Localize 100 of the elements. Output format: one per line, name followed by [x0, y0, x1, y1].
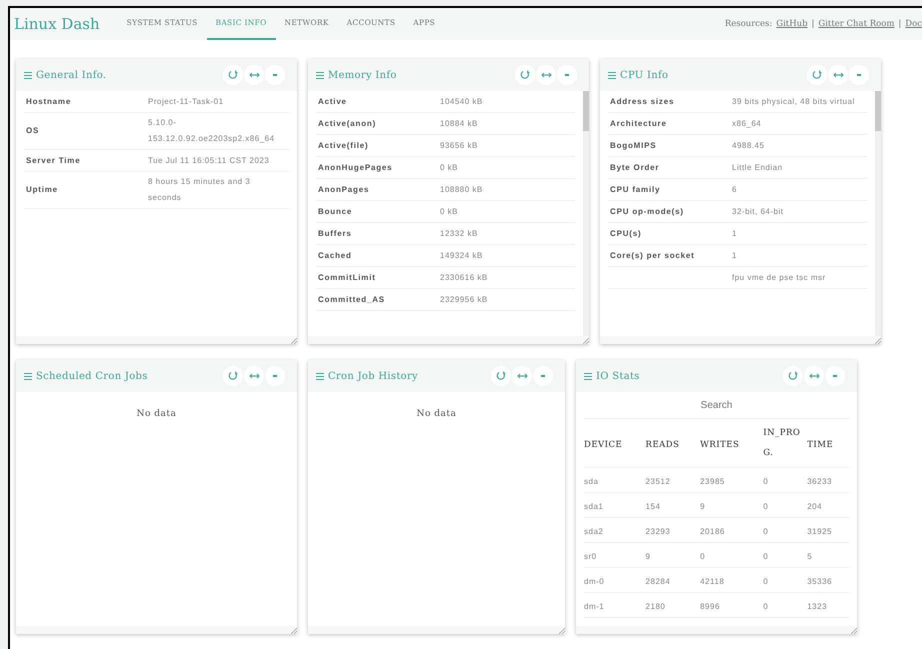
scrollbar[interactable]: [583, 91, 589, 336]
scrollbar[interactable]: [875, 91, 881, 336]
row-value: 32-bit, 64-bit: [732, 206, 784, 216]
expand-button[interactable]: [244, 65, 264, 85]
table-cell: sda: [584, 477, 598, 486]
card-title: General Info.: [36, 68, 106, 82]
row-value: Project-11-Task-01: [148, 96, 224, 106]
row-label: CommitLimit: [318, 272, 376, 282]
table-cell: 23985: [700, 477, 725, 486]
scrollbar-thumb[interactable]: [875, 91, 881, 131]
resource-link[interactable]: GitHub: [776, 18, 808, 30]
table-cell: 0: [763, 527, 768, 536]
refresh-icon: [228, 371, 238, 381]
row-label: Active: [318, 96, 347, 106]
table-cell: sr0: [584, 552, 597, 561]
table-cell: dm-1: [584, 602, 604, 611]
expand-button[interactable]: [828, 65, 848, 85]
column-header: WRITES: [700, 440, 740, 450]
link-separator: |: [898, 18, 902, 30]
refresh-icon: [496, 371, 506, 381]
resize-handle-icon[interactable]: [291, 628, 297, 634]
resize-handle-icon[interactable]: [291, 338, 297, 344]
refresh-icon: [788, 371, 798, 381]
card-title: Memory Info: [328, 68, 397, 82]
table-cell: 36233: [807, 477, 832, 486]
row-value: x86_64: [732, 118, 762, 128]
minus-icon: [273, 74, 277, 76]
resources-label: Resources:: [724, 18, 772, 30]
double-arrow-icon: [808, 373, 820, 379]
table-cell: 28284: [646, 577, 670, 586]
empty-message: No data: [136, 409, 176, 419]
refresh-button[interactable]: [491, 366, 511, 386]
refresh-button[interactable]: [223, 366, 243, 386]
table-cell: 0: [763, 552, 768, 561]
scrollbar-thumb[interactable]: [583, 91, 589, 131]
table-cell: 23293: [646, 527, 670, 536]
double-arrow-icon: [248, 72, 260, 78]
row-label: AnonPages: [318, 184, 370, 194]
resource-link[interactable]: Gitter Chat Room: [818, 18, 894, 30]
expand-button[interactable]: [804, 366, 824, 386]
row-value: 6: [732, 184, 737, 194]
refresh-button[interactable]: [783, 366, 803, 386]
row-label: Buffers: [318, 228, 352, 238]
menu-icon: [584, 372, 592, 380]
refresh-button[interactable]: [515, 65, 535, 85]
table-cell: 1323: [807, 602, 828, 611]
refresh-button[interactable]: [223, 65, 243, 85]
column-header: READS: [646, 440, 680, 450]
double-arrow-icon: [516, 373, 528, 379]
refresh-icon: [812, 70, 822, 80]
column-header: DEVICE: [584, 440, 622, 450]
table-cell: 204: [807, 502, 822, 511]
minus-icon: [565, 74, 569, 76]
row-label: Core(s) per socket: [610, 250, 695, 260]
table-cell: 0: [763, 477, 768, 486]
double-arrow-icon: [832, 72, 844, 78]
row-value: 1: [732, 250, 737, 260]
row-label: Architecture: [610, 118, 667, 128]
menu-icon: [24, 372, 32, 380]
minus-icon: [541, 375, 545, 377]
row-value: 10884 kB: [440, 118, 478, 128]
expand-button[interactable]: [244, 366, 264, 386]
minus-icon: [833, 375, 837, 377]
resize-handle-icon[interactable]: [875, 338, 881, 344]
row-value: 0 kB: [440, 162, 458, 172]
double-arrow-icon: [248, 373, 260, 379]
row-value: Little Endian: [732, 162, 783, 172]
column-header: TIME: [807, 440, 834, 450]
row-value: Tue Jul 11 16:05:11 CST 2023: [148, 156, 270, 164]
card-title: IO Stats: [596, 370, 640, 384]
card-title: CPU Info: [620, 68, 668, 82]
table-cell: 23512: [646, 477, 670, 486]
table-cell: 8996: [700, 602, 720, 611]
expand-button[interactable]: [536, 65, 556, 85]
table-cell: sda2: [584, 527, 604, 536]
app-title: Linux Dash: [14, 14, 100, 35]
card-title: Scheduled Cron Jobs: [36, 370, 148, 384]
row-label: Committed_AS: [318, 294, 385, 304]
resize-handle-icon[interactable]: [851, 628, 857, 634]
row-label: Byte Order: [610, 162, 660, 172]
resource-link[interactable]: Doc: [905, 18, 922, 30]
row-label: Active(anon): [318, 118, 376, 128]
table-cell: 35336: [807, 577, 832, 586]
table-cell: 9: [646, 552, 650, 561]
table-cell: 0: [763, 502, 768, 511]
refresh-icon: [520, 70, 530, 80]
empty-message: No data: [416, 409, 456, 419]
row-label: BogoMIPS: [610, 140, 656, 150]
row-value: 8 hours 15 minutes and 3 seconds: [148, 177, 250, 202]
row-value: 0 kB: [440, 206, 458, 216]
resize-handle-icon[interactable]: [583, 338, 589, 344]
table-cell: 0: [700, 552, 706, 561]
resize-handle-icon[interactable]: [559, 628, 565, 634]
menu-icon: [316, 72, 324, 78]
row-value: 2329956 kB: [440, 294, 488, 304]
refresh-button[interactable]: [807, 65, 827, 85]
table-cell: 0: [763, 577, 768, 586]
table-cell: 5: [807, 552, 812, 561]
expand-button[interactable]: [512, 366, 532, 386]
row-value: 104540 kB: [440, 96, 483, 106]
